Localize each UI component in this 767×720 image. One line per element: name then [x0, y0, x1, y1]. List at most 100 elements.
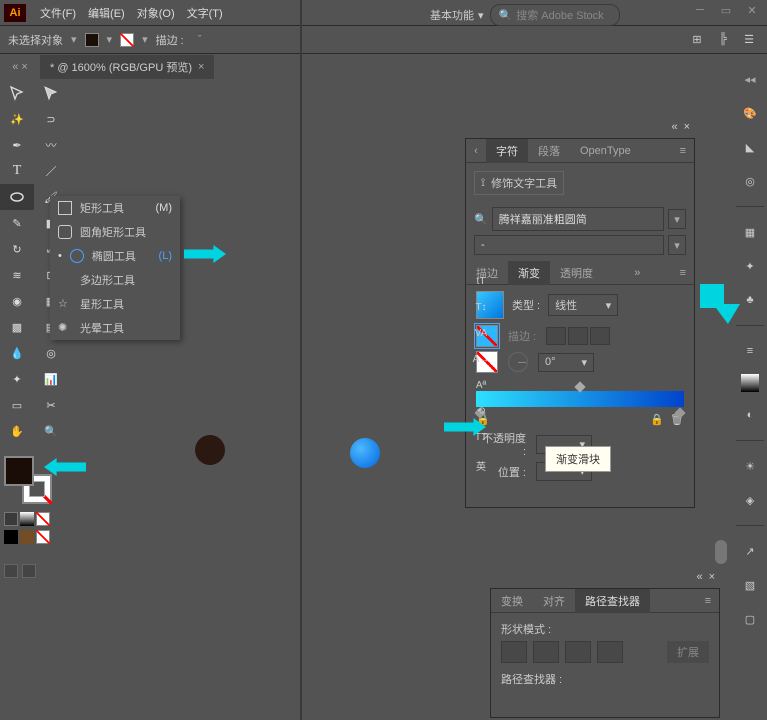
slice-tool[interactable]: ✂	[34, 392, 68, 418]
polygon-tool-item[interactable]: 多边形工具	[50, 268, 180, 292]
dark-circle-object[interactable]	[195, 435, 225, 465]
tab-align[interactable]: 对齐	[533, 589, 575, 613]
workspace-switcher[interactable]: 基本功能▾	[430, 7, 484, 23]
blue-gradient-circle[interactable]	[350, 438, 380, 468]
panel-expand-icon[interactable]: »	[628, 267, 646, 279]
tab-gradient[interactable]: 渐变	[508, 261, 550, 285]
pathfinder-menu-icon[interactable]: ≡	[697, 595, 719, 607]
doc-tab-arrows[interactable]: « ×	[0, 61, 40, 73]
line-tool[interactable]: ／	[34, 158, 68, 184]
exclude-btn[interactable]	[597, 641, 623, 663]
weight-dropdown[interactable]: ▾	[668, 235, 686, 255]
gradient-midpoint[interactable]	[574, 381, 585, 392]
shape-tool[interactable]	[0, 184, 34, 210]
stroke-panel-icon[interactable]: ≡	[739, 340, 761, 362]
rotation-icon[interactable]: ⟲	[470, 406, 492, 424]
color-mode-none[interactable]	[36, 512, 50, 526]
tab-paragraph[interactable]: 段落	[528, 139, 570, 163]
baseline-icon[interactable]: Aª	[470, 380, 492, 398]
palette-icon[interactable]: 🎨	[739, 102, 761, 124]
font-family-input[interactable]: 腾祥嘉丽准粗圆简	[492, 207, 664, 231]
panel-close-icon[interactable]: ×	[684, 121, 690, 133]
unite-btn[interactable]	[501, 641, 527, 663]
color-mode-solid[interactable]	[4, 512, 18, 526]
window-max[interactable]: ▭	[717, 4, 735, 18]
tab-transform[interactable]: 变换	[491, 589, 533, 613]
zoom-tool[interactable]: 🔍	[34, 418, 68, 444]
stroke-swatch[interactable]	[120, 33, 134, 47]
star-tool-item[interactable]: ☆星形工具	[50, 292, 180, 316]
symbol-sprayer[interactable]: ✦	[0, 366, 34, 392]
club-icon[interactable]: ♣	[739, 289, 761, 311]
brushes-icon[interactable]: ▦	[739, 221, 761, 243]
dropdown-icon[interactable]: ▾	[71, 33, 77, 46]
list-icon[interactable]: ☰	[741, 32, 757, 46]
swatches-icon[interactable]: ◎	[739, 170, 761, 192]
rotate-tool[interactable]: ↻	[0, 236, 34, 262]
panel-menu-icon[interactable]: ≡	[672, 145, 694, 157]
swatch-brown[interactable]	[20, 530, 34, 544]
gradient-panel-menu[interactable]: ≡	[672, 267, 694, 279]
align-icon[interactable]: ╠	[715, 32, 731, 46]
document-tab[interactable]: * @ 1600% (RGB/GPU 预览)×	[40, 55, 214, 79]
path-collapse-icon[interactable]: «	[696, 571, 702, 583]
panel-back[interactable]: ‹	[466, 145, 486, 157]
stroke-weight-dd[interactable]: ˇ	[192, 34, 202, 46]
rrect-tool-item[interactable]: 圆角矩形工具	[50, 220, 180, 244]
tab-pathfinder[interactable]: 路径查找器	[575, 589, 650, 613]
tracking-icon[interactable]: A↔	[470, 354, 492, 372]
stroke-grad-mode-3[interactable]	[590, 327, 610, 345]
close-tab-icon[interactable]: ×	[198, 61, 204, 73]
grid-icon[interactable]: ⊞	[689, 32, 705, 46]
gradient-panel-icon[interactable]	[741, 374, 759, 392]
stroke-grad-mode-1[interactable]	[546, 327, 566, 345]
layers-icon[interactable]: ▧	[739, 574, 761, 596]
panel-collapse-icon[interactable]: «	[671, 121, 677, 133]
path-close-icon[interactable]: ×	[709, 571, 715, 583]
shaper-tool[interactable]: ✎	[0, 210, 34, 236]
menu-edit[interactable]: 编辑(E)	[82, 1, 131, 25]
mesh-tool[interactable]: ▩	[0, 314, 34, 340]
direct-select-tool[interactable]	[34, 80, 68, 106]
color-mode-gradient[interactable]	[20, 512, 34, 526]
magic-wand-tool[interactable]: ✨	[0, 106, 34, 132]
blend-tool[interactable]: ◎	[34, 340, 68, 366]
fill-swatch[interactable]	[85, 33, 99, 47]
graphic-styles-icon[interactable]: ◈	[739, 489, 761, 511]
artboard-tool[interactable]: ▭	[0, 392, 34, 418]
font-weight-input[interactable]: -	[474, 235, 664, 255]
pen-tool[interactable]: ✒	[0, 132, 34, 158]
menu-file[interactable]: 文件(F)	[34, 1, 82, 25]
gradient-type-dd[interactable]: 线性▾	[548, 294, 618, 316]
leading-icon[interactable]: tT	[470, 276, 492, 294]
tab-transparency[interactable]: 透明度	[550, 261, 603, 285]
shape-builder[interactable]: ◉	[0, 288, 34, 314]
case-icon[interactable]: TT	[470, 432, 492, 450]
transparency-icon[interactable]: ◐	[739, 404, 761, 426]
stroke-grad-mode-2[interactable]	[568, 327, 588, 345]
color-guide-icon[interactable]: ◣	[739, 136, 761, 158]
swatch-none[interactable]	[36, 530, 50, 544]
screen-mode-2[interactable]	[22, 564, 36, 578]
appearance-icon[interactable]: ☀	[739, 455, 761, 477]
export-icon[interactable]: ↗	[739, 540, 761, 562]
screen-mode[interactable]	[4, 564, 18, 578]
symbols-icon[interactable]: ✦	[739, 255, 761, 277]
default-black[interactable]	[4, 530, 18, 544]
width-tool[interactable]: ≋	[0, 262, 34, 288]
hand-tool[interactable]: ✋	[0, 418, 34, 444]
touch-type-tool[interactable]: ⟟修饰文字工具	[474, 171, 564, 195]
tab-character[interactable]: 字符	[486, 139, 528, 163]
type-tool[interactable]: T	[0, 158, 34, 184]
size-icon[interactable]: T↕	[470, 302, 492, 320]
search-font-icon[interactable]: 🔍	[474, 213, 488, 226]
fill-color[interactable]	[4, 456, 34, 486]
kerning-icon[interactable]: VA	[470, 328, 492, 346]
lock-right-icon[interactable]: 🔒	[650, 413, 664, 426]
window-close[interactable]: ✕	[743, 4, 761, 18]
panel-divider[interactable]	[300, 0, 302, 720]
selection-tool[interactable]	[0, 80, 34, 106]
gradient-slider[interactable]	[476, 391, 684, 407]
rect-tool-item[interactable]: 矩形工具(M)	[50, 196, 180, 220]
rail-collapse[interactable]: ◂◂	[739, 68, 761, 90]
